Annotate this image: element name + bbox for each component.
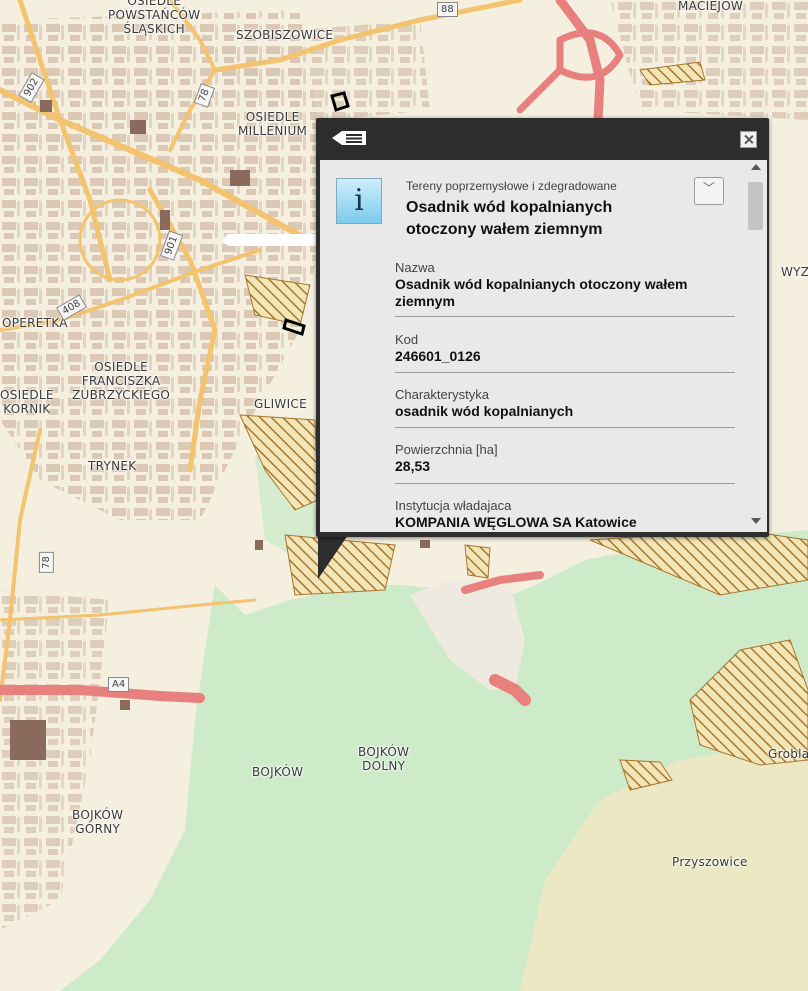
- field-value: KOMPANIA WĘGLOWA SA Katowice: [395, 514, 637, 530]
- place-label-operetka: OPERETKA: [2, 316, 68, 330]
- expand-toggle-button[interactable]: ﹀: [694, 177, 724, 205]
- place-label-przyszowice: Przyszowice: [672, 855, 748, 869]
- field-label: Kod: [395, 332, 419, 347]
- field-label: Nazwa: [395, 260, 435, 275]
- list-icon[interactable]: [330, 129, 368, 147]
- field-nazwa: Nazwa Osadnik wód kopalnianych otoczony …: [395, 260, 735, 310]
- place-label-bojkow-dolny: BOJKÓW DOLNY: [358, 745, 410, 773]
- field-divider: [395, 372, 735, 373]
- field-powierzchnia: Powierzchnia [ha] 28,53: [395, 442, 735, 475]
- urban-area-north-east: [610, 0, 808, 120]
- field-label: Instytucja władajaca: [395, 498, 512, 513]
- chevron-down-icon: ﹀: [702, 181, 715, 195]
- field-value: Osadnik wód kopalnianych otoczony wałem …: [395, 276, 688, 309]
- feature-title: Osadnik wód kopalnianych otoczony wałem …: [406, 199, 613, 238]
- layer-name: Tereny poprzemysłowe i zdegradowane: [406, 179, 617, 193]
- field-label: Powierzchnia [ha]: [395, 442, 498, 457]
- popup-scrollbar[interactable]: [745, 160, 767, 532]
- place-label-grobla: Grobla: [768, 747, 808, 761]
- info-icon: i: [336, 178, 382, 224]
- field-divider: [395, 427, 735, 428]
- field-charakterystyka: Charakterystyka osadnik wód kopalnianych: [395, 387, 735, 420]
- place-label-gliwice: GLIWICE: [254, 397, 307, 411]
- field-value: 28,53: [395, 458, 431, 474]
- field-kod: Kod 246601_0126: [395, 332, 735, 365]
- field-value: osadnik wód kopalnianych: [395, 403, 574, 419]
- place-label-powstancow: OSIEDLE POWSTAŃCÓW ŚLĄSKICH: [108, 0, 201, 36]
- place-label-franciszka: OSIEDLE FRANCISZKA ZUBRZYCKIEGO: [72, 360, 171, 402]
- place-label-maciejow: MACIEJÓW: [678, 0, 744, 13]
- close-icon[interactable]: [740, 131, 757, 148]
- place-label-wyz: WYZ: [781, 265, 808, 279]
- field-divider: [395, 316, 735, 317]
- place-label-bojkow-gorny: BOJKÓW GÓRNY: [72, 808, 124, 836]
- place-label-bojkow: BOJKÓW: [252, 765, 304, 779]
- hatched-area[interactable]: [464, 544, 491, 579]
- field-instytucja: Instytucja władajaca KOMPANIA WĘGLOWA SA…: [395, 498, 735, 531]
- feature-info-popup: i Tereny poprzemysłowe i zdegradowane Os…: [316, 118, 769, 537]
- popup-pointer: [318, 535, 348, 579]
- road-number-badge: 78: [38, 552, 54, 573]
- place-label-milenium: OSIEDLE MILLENIUM: [238, 110, 308, 138]
- scroll-up-arrow-icon[interactable]: [751, 164, 761, 170]
- popup-content: i Tereny poprzemysłowe i zdegradowane Os…: [320, 160, 767, 532]
- popup-header: [316, 118, 769, 158]
- road-number-badge: A4: [108, 677, 130, 692]
- field-divider: [395, 483, 735, 484]
- place-label-trynek: TRYNEK: [88, 459, 137, 473]
- place-label-kornik: OSIEDLE KORNIK: [0, 388, 54, 416]
- field-value: 246601_0126: [395, 348, 481, 364]
- place-label-szobiszowice: SZOBISZOWICE: [236, 28, 334, 42]
- road-number-badge: 88: [437, 2, 458, 17]
- scroll-thumb[interactable]: [748, 182, 763, 230]
- scroll-down-arrow-icon[interactable]: [751, 518, 761, 524]
- field-label: Charakterystyka: [395, 387, 489, 402]
